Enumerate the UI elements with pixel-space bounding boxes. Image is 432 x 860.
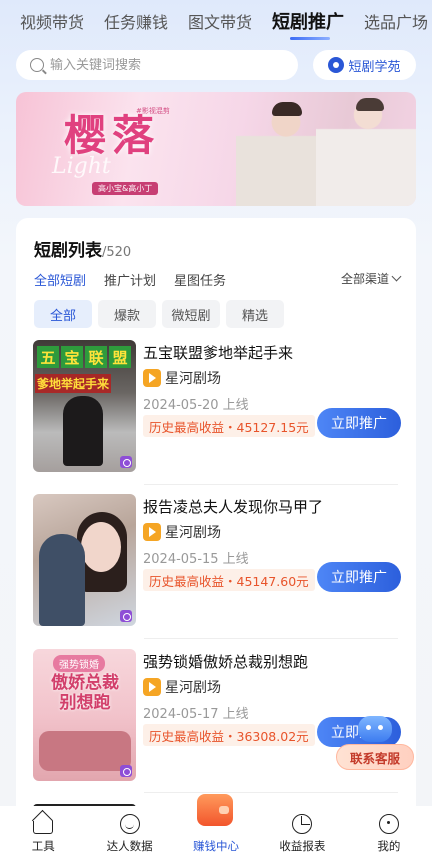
list-title: 短剧列表/520 bbox=[34, 236, 131, 261]
play-logo-icon bbox=[143, 369, 161, 387]
filter-tab-star-task[interactable]: 星图任务 bbox=[174, 270, 226, 289]
channel-label: 全部渠道 bbox=[340, 272, 389, 286]
drama-cover[interactable]: 五 宝 联 盟 爹地举起手来 bbox=[33, 340, 136, 472]
nav-influencer-data[interactable]: 达人数据 bbox=[86, 806, 172, 860]
filter-tabs: 全部短剧 推广计划 星图任务 bbox=[34, 270, 226, 289]
cover-figure bbox=[81, 522, 121, 572]
filter-tab-all[interactable]: 全部短剧 bbox=[34, 270, 86, 289]
drama-cover[interactable]: 强势锁婚 傲娇总裁别想跑 bbox=[33, 649, 136, 781]
tab-task-earn[interactable]: 任务赚钱 bbox=[104, 9, 168, 33]
chip-all[interactable]: 全部 bbox=[34, 300, 92, 328]
divider bbox=[144, 484, 398, 485]
promote-button[interactable]: 立即推广 bbox=[317, 562, 401, 592]
nav-tools[interactable]: 工具 bbox=[0, 806, 86, 860]
nav-income-report[interactable]: 收益报表 bbox=[259, 806, 345, 860]
video-badge-icon bbox=[120, 765, 132, 777]
release-date: 2024-05-20 上线 bbox=[143, 398, 249, 413]
nav-label: 我的 bbox=[377, 839, 401, 853]
cover-title-char: 联 bbox=[85, 346, 107, 368]
nav-label: 赚钱中心 bbox=[193, 839, 240, 853]
promo-banner[interactable]: #影视混剪 樱落 Light 高小宝&高小丁 bbox=[16, 92, 416, 206]
release-date: 2024-05-15 上线 bbox=[143, 552, 249, 567]
drama-title[interactable]: 报告凌总夫人发现你马甲了 bbox=[143, 496, 323, 517]
cover-title-char: 五 bbox=[37, 346, 59, 368]
face-icon bbox=[119, 814, 140, 834]
drama-title[interactable]: 五宝联盟爹地举起手来 bbox=[143, 342, 293, 363]
filter-tab-plan[interactable]: 推广计划 bbox=[104, 270, 156, 289]
divider bbox=[144, 792, 398, 793]
customer-support-button[interactable]: 联系客服 bbox=[336, 716, 414, 770]
play-logo-icon bbox=[143, 678, 161, 696]
banner-actor-right bbox=[316, 92, 416, 206]
video-badge-icon bbox=[120, 456, 132, 468]
tab-video-sales[interactable]: 视频带货 bbox=[20, 9, 84, 33]
list-count: /520 bbox=[102, 245, 132, 260]
video-badge-icon bbox=[120, 610, 132, 622]
tab-short-drama-promotion[interactable]: 短剧推广 bbox=[272, 8, 344, 40]
film-reel-icon bbox=[328, 57, 345, 73]
profile-icon bbox=[378, 814, 399, 834]
academy-button[interactable]: 短剧学苑 bbox=[313, 50, 416, 80]
category-chips: 全部 爆款 微短剧 精选 bbox=[34, 300, 284, 328]
cover-subtitle: 爹地举起手来 bbox=[35, 374, 112, 393]
cover-figure bbox=[39, 731, 131, 771]
drama-source: 星河剧场 bbox=[143, 522, 221, 542]
income-badge: 历史最高收益・36308.02元 bbox=[143, 724, 315, 746]
channel-dropdown[interactable]: 全部渠道 bbox=[340, 270, 402, 287]
cover-tag: 强势锁婚 bbox=[53, 655, 105, 672]
cover-figure bbox=[39, 534, 85, 626]
cover-title-char: 宝 bbox=[61, 346, 83, 368]
play-logo-icon bbox=[143, 523, 161, 541]
release-date: 2024-05-17 上线 bbox=[143, 707, 249, 722]
income-badge: 历史最高收益・45147.60元 bbox=[143, 569, 315, 591]
list-title-text: 短剧列表 bbox=[34, 241, 102, 261]
chip-featured[interactable]: 精选 bbox=[226, 300, 284, 328]
chip-hot[interactable]: 爆款 bbox=[98, 300, 156, 328]
support-label: 联系客服 bbox=[336, 744, 414, 770]
list-item[interactable]: 五 宝 联 盟 爹地举起手来 五宝联盟爹地举起手来 星河剧场 2024-05-2… bbox=[33, 340, 401, 472]
nav-label: 工具 bbox=[31, 839, 55, 853]
chevron-down-icon bbox=[391, 271, 402, 282]
nav-label: 收益报表 bbox=[279, 839, 326, 853]
chip-micro-drama[interactable]: 微短剧 bbox=[162, 300, 220, 328]
bottom-nav: 工具 达人数据 赚钱中心 收益报表 我的 bbox=[0, 794, 432, 860]
divider bbox=[144, 638, 398, 639]
home-icon bbox=[33, 821, 54, 834]
drama-title[interactable]: 强势锁婚傲娇总裁别想跑 bbox=[143, 651, 308, 672]
nav-earning-center[interactable]: 赚钱中心 bbox=[173, 794, 259, 860]
drama-source: 星河剧场 bbox=[143, 677, 221, 697]
item-info: 报告凌总夫人发现你马甲了 星河剧场 2024-05-15 上线 历史最高收益・4… bbox=[143, 494, 401, 626]
pie-chart-icon bbox=[292, 814, 313, 834]
promote-button[interactable]: 立即推广 bbox=[317, 408, 401, 438]
tab-image-text-sales[interactable]: 图文带货 bbox=[188, 9, 252, 33]
wallet-icon bbox=[196, 794, 233, 826]
search-input[interactable] bbox=[50, 57, 280, 73]
search-bar[interactable] bbox=[16, 50, 298, 80]
search-icon bbox=[30, 58, 44, 72]
source-name: 星河剧场 bbox=[165, 680, 221, 696]
list-item[interactable]: 报告凌总夫人发现你马甲了 星河剧场 2024-05-15 上线 历史最高收益・4… bbox=[33, 494, 401, 626]
tab-product-plaza[interactable]: 选品广场 bbox=[364, 9, 428, 33]
item-info: 五宝联盟爹地举起手来 星河剧场 2024-05-20 上线 历史最高收益・451… bbox=[143, 340, 401, 472]
nav-label: 达人数据 bbox=[106, 839, 153, 853]
banner-subtitle: Light bbox=[52, 154, 111, 179]
source-name: 星河剧场 bbox=[165, 371, 221, 387]
cover-title-char: 盟 bbox=[109, 346, 131, 368]
cover-figure bbox=[63, 396, 103, 466]
income-badge: 历史最高收益・45127.15元 bbox=[143, 415, 315, 437]
drama-cover[interactable] bbox=[33, 494, 136, 626]
source-name: 星河剧场 bbox=[165, 525, 221, 541]
banner-cast: 高小宝&高小丁 bbox=[92, 182, 159, 195]
cover-title: 傲娇总裁别想跑 bbox=[51, 673, 119, 713]
cover-title-blocks: 五 宝 联 盟 bbox=[37, 346, 131, 368]
drama-source: 星河剧场 bbox=[143, 368, 221, 388]
robot-icon bbox=[358, 716, 392, 742]
academy-label: 短剧学苑 bbox=[348, 59, 401, 75]
top-tabs: 视频带货 任务赚钱 图文带货 短剧推广 选品广场 bbox=[0, 0, 432, 42]
nav-me[interactable]: 我的 bbox=[346, 806, 432, 860]
